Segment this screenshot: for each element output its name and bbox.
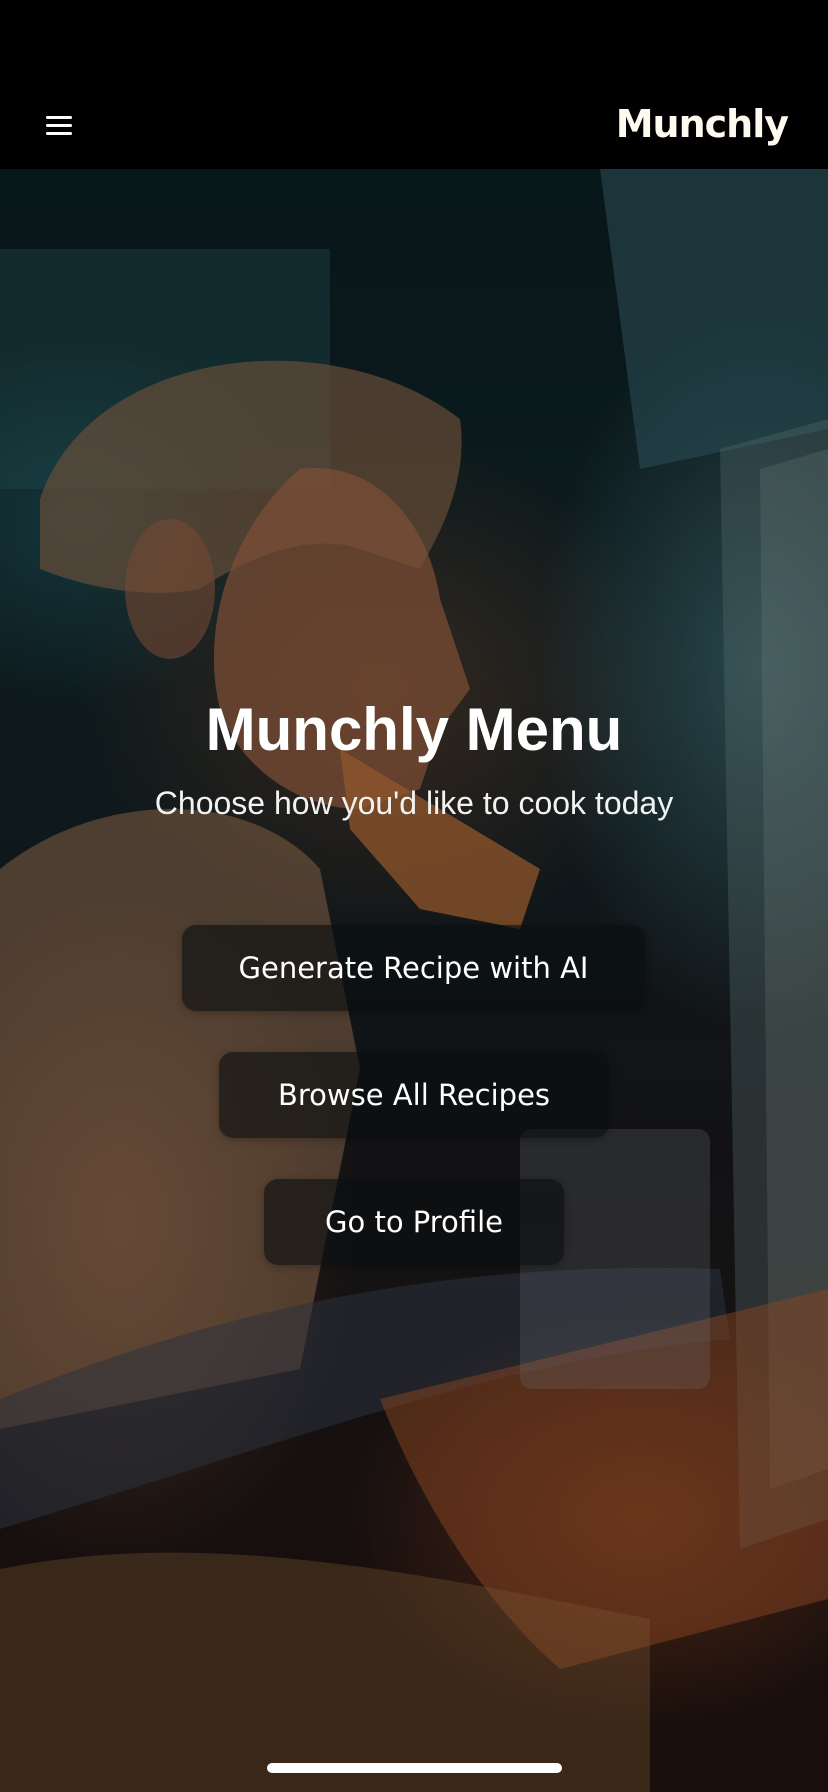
browse-all-recipes-button[interactable]: Browse All Recipes — [219, 1052, 609, 1138]
generate-recipe-ai-button[interactable]: Generate Recipe with AI — [182, 925, 645, 1011]
go-to-profile-button[interactable]: Go to Profile — [264, 1179, 564, 1265]
status-bar — [0, 0, 828, 88]
brand-logo[interactable]: Munchly — [616, 102, 789, 146]
home-indicator[interactable] — [267, 1763, 562, 1773]
page-title: Munchly Menu — [205, 696, 623, 763]
page-subtitle: Choose how you'd like to cook today — [154, 785, 674, 821]
menu-icon-line — [46, 124, 72, 127]
menu-icon-line — [46, 132, 72, 135]
top-nav-bar: Munchly — [0, 88, 828, 169]
menu-icon-line — [46, 116, 72, 119]
hamburger-menu-icon[interactable] — [42, 108, 76, 142]
